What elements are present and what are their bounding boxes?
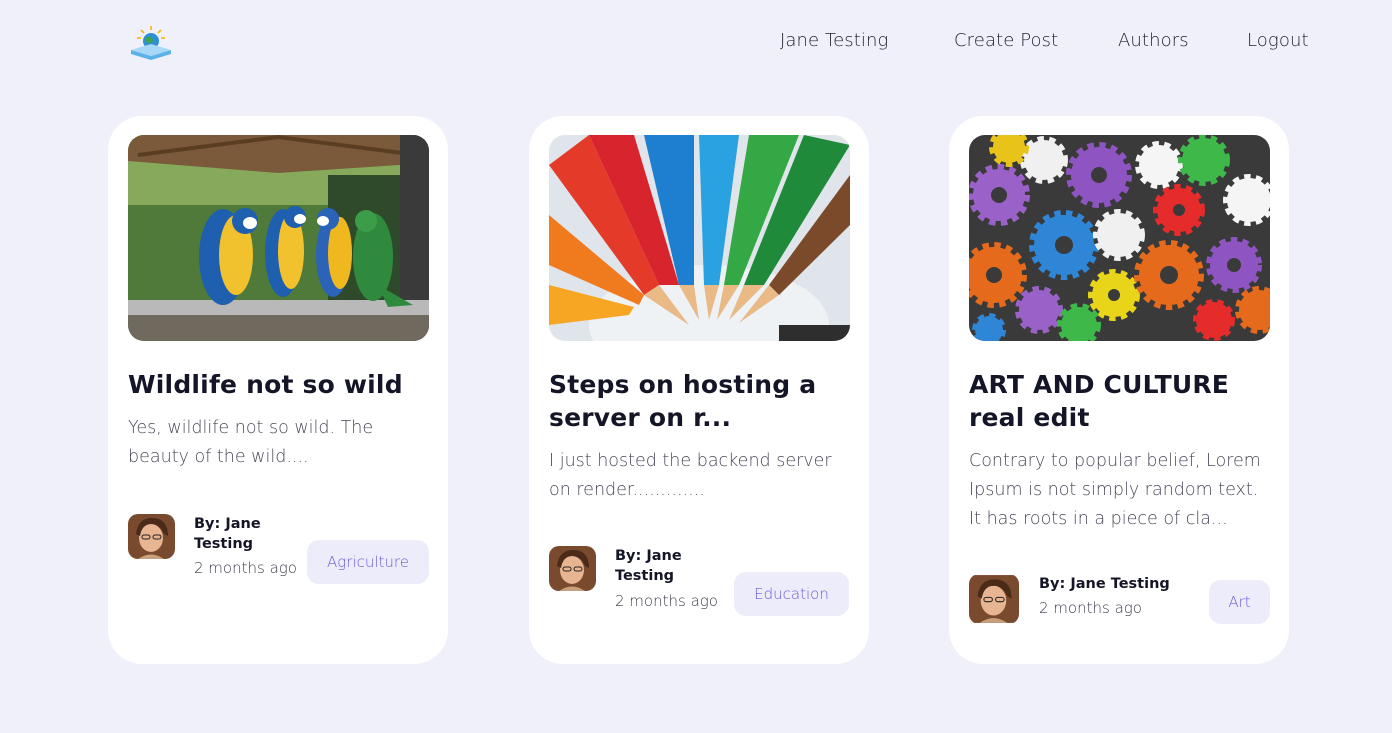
post-title[interactable]: Wildlife not so wild (128, 368, 428, 401)
post-author[interactable]: By: Jane Testing 2 months ago (128, 514, 308, 577)
nav-logout-link[interactable]: Logout (1247, 30, 1309, 51)
post-title[interactable]: Steps on hosting a server on r... (549, 368, 849, 434)
post-excerpt: Yes, wildlife not so wild. The beauty of… (128, 418, 374, 467)
post-author[interactable]: By: Jane Testing 2 months ago (549, 546, 729, 610)
colorful-gears-photo (969, 135, 1270, 341)
post-card: ART AND CULTURE real edit Contrary to po… (949, 116, 1289, 664)
category-button[interactable]: Education (734, 572, 849, 616)
post-excerpt: Contrary to popular belief, Lorem Ipsum … (969, 451, 1261, 529)
post-thumbnail[interactable] (549, 135, 850, 341)
colored-pencils-photo (549, 135, 850, 341)
post-author[interactable]: By: Jane Testing 2 months ago (969, 574, 1189, 634)
author-name: By: Jane Testing (194, 516, 261, 552)
author-name: By: Jane Testing (1039, 576, 1170, 592)
category-button[interactable]: Agriculture (307, 540, 429, 584)
post-card: Wildlife not so wild Yes, wildlife not s… (108, 116, 448, 664)
logo-icon[interactable] (127, 24, 175, 62)
category-button[interactable]: Art (1209, 580, 1270, 624)
post-time: 2 months ago (615, 592, 718, 610)
nav-authors-link[interactable]: Authors (1118, 30, 1189, 51)
post-excerpt: I just hosted the backend server on rend… (549, 451, 832, 500)
nav-create-post-link[interactable]: Create Post (954, 30, 1058, 51)
navbar: Jane Testing Create Post Authors Logout (0, 0, 1392, 84)
post-thumbnail[interactable] (969, 135, 1270, 341)
avatar (969, 574, 1019, 624)
avatar (549, 546, 596, 591)
avatar (128, 514, 175, 559)
nav-profile-link[interactable]: Jane Testing (780, 30, 888, 51)
post-card: Steps on hosting a server on r... I just… (529, 116, 869, 664)
post-thumbnail[interactable] (128, 135, 429, 341)
parrots-photo (128, 135, 429, 341)
post-time: 2 months ago (1039, 599, 1142, 617)
author-name: By: Jane Testing (615, 548, 682, 584)
post-title[interactable]: ART AND CULTURE real edit (969, 368, 1269, 434)
post-time: 2 months ago (194, 559, 297, 577)
